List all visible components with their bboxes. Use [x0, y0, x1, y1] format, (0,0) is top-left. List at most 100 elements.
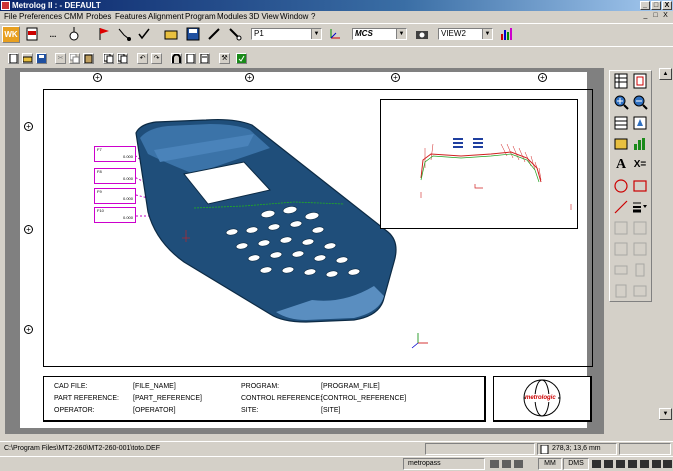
line-style-icon[interactable]	[632, 199, 648, 215]
tray-icon[interactable]	[616, 460, 625, 468]
save-program-icon[interactable]	[184, 26, 202, 43]
lock-icon[interactable]	[613, 283, 629, 299]
label-tag-icon[interactable]	[613, 136, 629, 152]
callout-tag: F9	[97, 189, 102, 194]
standard-toolbar: ✂ ↶ ↷ ⚒	[0, 46, 673, 69]
copy-icon[interactable]	[69, 53, 80, 64]
section-profile-view[interactable]	[380, 99, 578, 229]
check-points-icon[interactable]	[135, 26, 153, 43]
page-copy-icon[interactable]	[199, 53, 210, 64]
new-document-icon[interactable]	[8, 53, 19, 64]
more-options-button[interactable]: ...	[44, 26, 62, 43]
probe-sphere-icon[interactable]	[65, 26, 83, 43]
align-right-icon[interactable]	[632, 220, 648, 236]
tray-icon[interactable]	[628, 460, 637, 468]
ungroup-icon[interactable]	[632, 241, 648, 257]
tray-icon[interactable]	[490, 460, 499, 468]
view-select[interactable]: VIEW2 ▼	[438, 28, 493, 40]
menu-features[interactable]: Features	[115, 11, 147, 22]
probe-path-icon[interactable]	[115, 26, 133, 43]
mdi-minimize-button[interactable]: _	[641, 12, 650, 20]
menu-preferences[interactable]: Preferences	[19, 11, 62, 22]
tray-icon[interactable]	[640, 460, 649, 468]
scroll-up-button[interactable]: ▲	[659, 68, 672, 80]
coordinate-system-select[interactable]: MCS ▼	[352, 28, 407, 40]
redo-icon[interactable]: ↷	[151, 53, 162, 64]
menu-program[interactable]: Program	[185, 11, 216, 22]
feature-callout[interactable]: F10 0.000	[94, 207, 136, 223]
red-flag-icon[interactable]	[95, 26, 113, 43]
formula-tool-button[interactable]: X=	[632, 157, 648, 173]
export-green-icon[interactable]	[236, 53, 247, 64]
chevron-down-icon[interactable]: ▼	[482, 29, 492, 39]
green-chart-icon[interactable]	[632, 136, 648, 152]
menu-file[interactable]: File	[4, 11, 17, 22]
red-document-icon[interactable]	[23, 26, 41, 43]
maximize-button[interactable]: □	[651, 1, 661, 10]
menu-probes[interactable]: Probes	[86, 11, 111, 22]
text-tool-button[interactable]: A	[613, 157, 629, 173]
folder-align-icon[interactable]	[162, 26, 180, 43]
align-left-icon[interactable]	[613, 220, 629, 236]
table-icon[interactable]	[613, 115, 629, 131]
menu-modules[interactable]: Modules	[217, 11, 247, 22]
bar-chart-icon[interactable]	[498, 26, 516, 43]
title-bar[interactable]: Metrolog II : - DEFAULT _ □ X	[0, 0, 673, 11]
registration-mark: +	[93, 73, 102, 82]
menu-3d-view[interactable]: 3D View	[249, 11, 279, 22]
workspace-icon[interactable]: WK	[2, 26, 20, 43]
minimize-button[interactable]: _	[640, 1, 650, 10]
send-back-icon[interactable]	[632, 262, 648, 278]
copy-page-icon[interactable]	[103, 53, 114, 64]
arch-icon[interactable]	[171, 53, 182, 64]
close-button[interactable]: X	[662, 1, 672, 10]
open-folder-icon[interactable]	[22, 53, 33, 64]
zoom-in-icon[interactable]	[613, 94, 629, 110]
model-view-icon[interactable]	[632, 115, 648, 131]
angle-dms-indicator[interactable]: DMS	[563, 458, 589, 470]
paste-icon[interactable]	[83, 53, 94, 64]
zoom-out-icon[interactable]	[632, 94, 648, 110]
probe-tool-icon[interactable]	[226, 26, 244, 43]
menu-cmm[interactable]: CMM	[64, 11, 83, 22]
tray-icon[interactable]	[663, 460, 672, 468]
line-tool-icon[interactable]	[613, 199, 629, 215]
tray-icon[interactable]	[604, 460, 613, 468]
image-icon[interactable]	[632, 283, 648, 299]
cut-icon[interactable]: ✂	[55, 53, 66, 64]
tools-icon[interactable]: ⚒	[219, 53, 230, 64]
page-frame-icon[interactable]	[632, 73, 648, 89]
mdi-close-button[interactable]: X	[661, 12, 670, 20]
feature-callout[interactable]: F8 0.000	[94, 168, 136, 184]
menu-window[interactable]: Window	[280, 11, 308, 22]
grid-page-icon[interactable]	[613, 73, 629, 89]
menu-help[interactable]: ?	[311, 11, 315, 22]
probe-select[interactable]: P1 ▼	[251, 28, 322, 40]
rectangle-tool-icon[interactable]	[632, 178, 648, 194]
units-mm-indicator[interactable]: MM	[538, 458, 562, 470]
mdi-restore-button[interactable]: □	[651, 12, 660, 20]
save-icon[interactable]	[36, 53, 47, 64]
tray-icon[interactable]	[592, 460, 601, 468]
undo-icon[interactable]: ↶	[137, 53, 148, 64]
group-icon[interactable]	[613, 241, 629, 257]
chevron-down-icon[interactable]: ▼	[311, 29, 321, 39]
page-icon[interactable]	[185, 53, 196, 64]
axis-frame-icon[interactable]	[326, 26, 344, 43]
tray-icon[interactable]	[514, 460, 523, 468]
feature-callout[interactable]: F9 0.000	[94, 188, 136, 204]
chevron-down-icon[interactable]: ▼	[396, 29, 406, 39]
circle-tool-icon[interactable]	[613, 178, 629, 194]
pencil-icon[interactable]	[205, 26, 223, 43]
metropass-panel[interactable]: metropass	[403, 458, 485, 470]
app-icon[interactable]	[1, 1, 10, 10]
bring-front-icon[interactable]	[613, 262, 629, 278]
scroll-down-button[interactable]: ▼	[659, 408, 672, 420]
menu-alignment[interactable]: Alignment	[148, 11, 184, 22]
duplicate-icon[interactable]	[117, 53, 128, 64]
camera-icon[interactable]	[413, 26, 431, 43]
tray-icon[interactable]	[652, 460, 661, 468]
tray-icon[interactable]	[502, 460, 511, 468]
vertical-scrollbar[interactable]: ▲ ▼	[658, 68, 673, 434]
feature-callout[interactable]: F7 0.000	[94, 146, 136, 162]
